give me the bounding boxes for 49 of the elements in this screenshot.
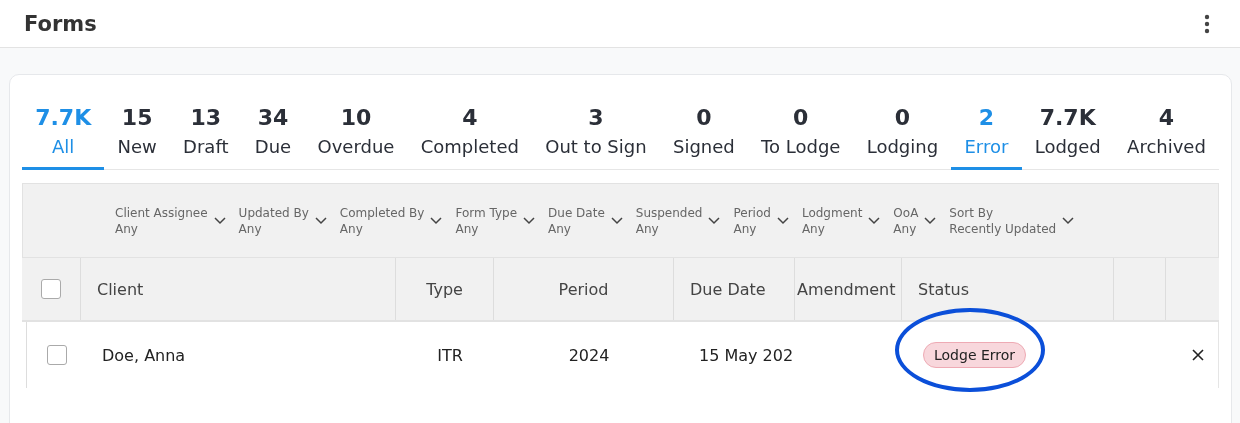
status-tab[interactable]: 0 Signed — [659, 103, 748, 170]
checkbox[interactable] — [46, 345, 67, 365]
column-header: Status — [918, 279, 969, 299]
chevron-down-icon — [708, 216, 721, 225]
chevron-down-icon — [610, 216, 623, 225]
filter-dropdown[interactable]: Suspended Any — [635, 204, 721, 237]
chevron-down-icon — [776, 216, 789, 225]
chevron-down-icon — [924, 216, 937, 225]
status-tab[interactable]: 34 Due — [241, 103, 305, 170]
table-cell: Doe, Anna — [102, 345, 186, 365]
status-tab[interactable]: 7.7K All — [22, 103, 105, 170]
chevron-down-icon — [523, 216, 536, 225]
table-cell: 2024 — [568, 345, 610, 365]
filter-dropdown[interactable]: Completed By Any — [339, 204, 443, 237]
column-header: Type — [426, 279, 463, 299]
checkbox[interactable] — [41, 279, 61, 299]
status-tab[interactable]: 15 New — [104, 103, 170, 170]
filter-dropdown[interactable]: Form Type Any — [455, 204, 536, 237]
column-header: Due Date — [690, 279, 766, 299]
chevron-down-icon — [213, 216, 226, 225]
status-tab[interactable]: 3 Out to Sign — [532, 103, 660, 170]
column-header: Client — [97, 279, 144, 299]
status-tab[interactable]: 2 Error — [951, 103, 1022, 170]
chevron-down-icon — [868, 216, 881, 225]
column-header: Amendment — [797, 279, 896, 299]
filter-dropdown[interactable]: Due Date Any — [548, 204, 623, 237]
table-cell: ITR — [437, 345, 463, 365]
status-tab[interactable]: 0 Lodging — [853, 103, 952, 170]
status-badge: Lodge Error — [923, 342, 1027, 368]
filter-dropdown[interactable]: Lodgment Any — [801, 204, 881, 237]
close-icon[interactable] — [1191, 349, 1204, 361]
page-title: Forms — [24, 11, 97, 36]
column-header: Period — [558, 279, 609, 299]
filter-dropdown[interactable]: Client Assignee Any — [115, 204, 226, 237]
status-tab[interactable]: 10 Overdue — [304, 103, 408, 170]
status-tab[interactable]: 4 Archived — [1113, 103, 1220, 170]
table-cell: 15 May 202 — [699, 345, 794, 365]
chevron-down-icon — [1062, 216, 1075, 225]
chevron-down-icon — [314, 216, 327, 225]
status-tab[interactable]: 0 To Lodge — [747, 103, 854, 170]
status-tab[interactable]: 7.7K Lodged — [1021, 103, 1114, 170]
status-tab[interactable]: 13 Draft — [169, 103, 242, 170]
chevron-down-icon — [430, 216, 443, 225]
filter-dropdown[interactable]: OoA Any — [893, 204, 937, 237]
filter-dropdown[interactable]: Updated By Any — [238, 204, 327, 237]
filter-dropdown[interactable]: Period Any — [733, 204, 789, 237]
filter-dropdown[interactable]: Sort By Recently Updated — [949, 204, 1075, 237]
status-tab[interactable]: 4 Completed — [407, 103, 533, 170]
more-menu-icon[interactable] — [1204, 13, 1210, 34]
